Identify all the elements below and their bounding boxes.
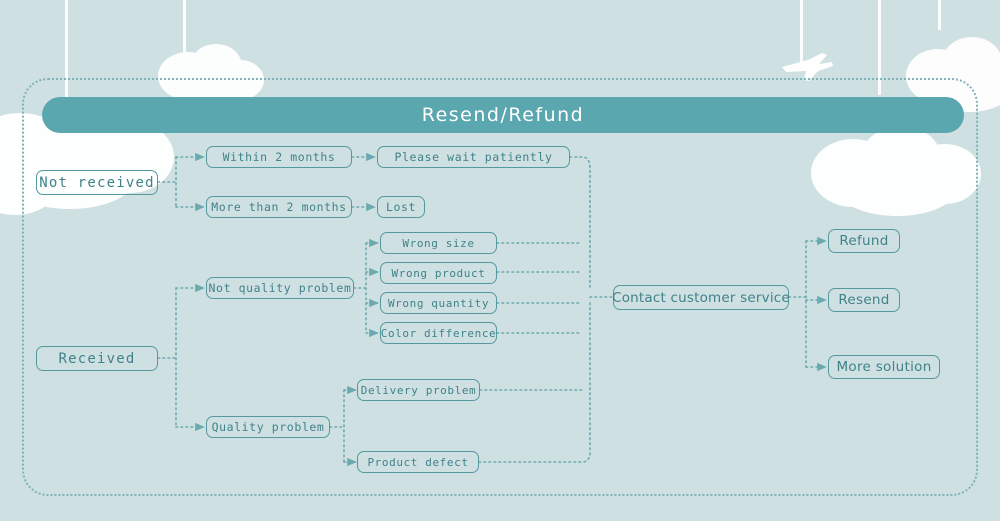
node-within-2-months[interactable]: Within 2 months [206, 146, 352, 168]
node-label: Please wait patiently [394, 150, 553, 164]
node-label: Delivery problem [360, 383, 477, 397]
node-please-wait-patiently[interactable]: Please wait patiently [377, 146, 570, 168]
node-product-defect[interactable]: Product defect [357, 451, 479, 473]
node-label: Wrong quantity [387, 296, 490, 310]
node-label: Wrong product [391, 266, 486, 280]
node-contact-customer-service[interactable]: Contact customer service [612, 285, 790, 310]
node-wrong-size[interactable]: Wrong size [380, 232, 497, 254]
node-label: Quality problem [211, 420, 325, 434]
node-label: More than 2 months [211, 200, 347, 214]
node-quality-problem[interactable]: Quality problem [206, 416, 330, 438]
flowchart-canvas: Resend/Refund Not received Received With… [0, 0, 1000, 521]
node-refund[interactable]: Refund [828, 229, 900, 253]
node-label: Received [58, 350, 136, 367]
node-label: Refund [839, 233, 889, 249]
node-label: Wrong size [402, 236, 475, 250]
node-label: Not quality problem [208, 281, 352, 295]
node-more-solution[interactable]: More solution [828, 355, 940, 379]
node-label: Resend [838, 292, 890, 308]
node-label: Color difference [380, 326, 497, 340]
node-wrong-product[interactable]: Wrong product [380, 262, 497, 284]
node-label: Contact customer service [612, 289, 790, 306]
node-label: Lost [385, 200, 417, 214]
node-lost[interactable]: Lost [377, 196, 425, 218]
node-label: Within 2 months [222, 150, 336, 164]
connector-lines [157, 152, 827, 467]
node-wrong-quantity[interactable]: Wrong quantity [380, 292, 497, 314]
node-label: Not received [39, 174, 155, 191]
node-label: More solution [836, 359, 932, 375]
node-received[interactable]: Received [36, 346, 158, 371]
node-label: Product defect [367, 455, 469, 469]
node-color-difference[interactable]: Color difference [380, 322, 497, 344]
node-not-quality-problem[interactable]: Not quality problem [206, 277, 354, 299]
node-not-received[interactable]: Not received [36, 170, 158, 195]
node-resend[interactable]: Resend [828, 288, 900, 312]
node-delivery-problem[interactable]: Delivery problem [357, 379, 480, 401]
node-more-than-2-months[interactable]: More than 2 months [206, 196, 352, 218]
